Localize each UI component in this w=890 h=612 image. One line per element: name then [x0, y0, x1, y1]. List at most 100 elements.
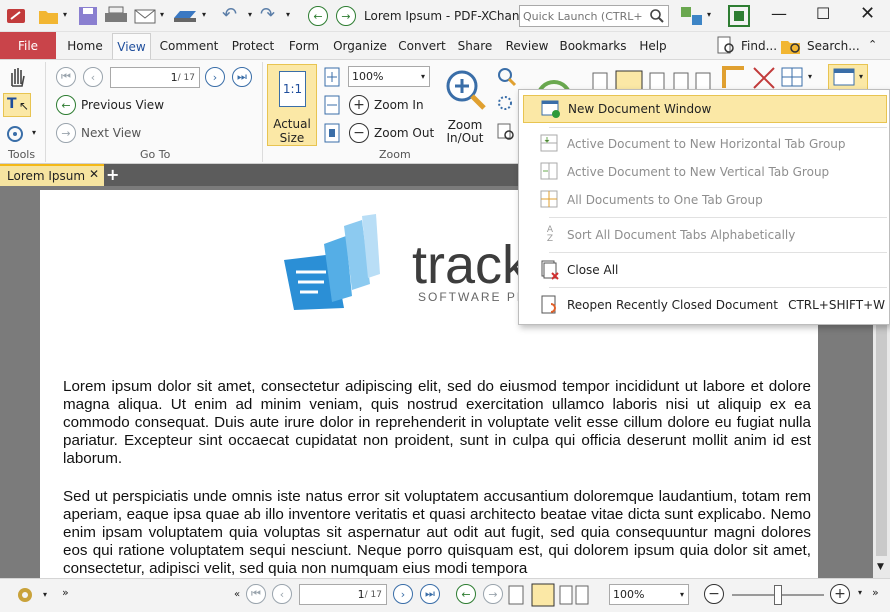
tab-file[interactable]: File — [0, 32, 56, 59]
loupe-icon[interactable] — [496, 66, 518, 88]
zoom-slider-thumb[interactable] — [774, 585, 782, 605]
zoom-dropdown-icon[interactable]: ▾ — [421, 72, 425, 81]
tab-protect[interactable]: Protect — [226, 32, 280, 59]
document-tab-lorem-ipsum[interactable]: Lorem Ipsum ✕ — [0, 164, 104, 186]
search-button[interactable]: Search... — [780, 36, 860, 56]
status-forward-icon[interactable]: → — [483, 584, 503, 604]
tab-bookmarks[interactable]: Bookmarks — [557, 32, 629, 59]
status-zoom-in-dropdown-icon[interactable]: ▾ — [858, 588, 862, 597]
status-more-icon[interactable]: » — [872, 586, 879, 599]
status-page-field[interactable]: 1 / 17 — [299, 584, 387, 605]
menu-all-to-one-tab-group[interactable]: All Documents to One Tab Group — [523, 186, 887, 214]
first-page-icon[interactable]: ⏮ — [56, 67, 76, 87]
previous-view-button[interactable]: ← Previous View — [56, 95, 164, 115]
settings-dropdown-icon[interactable]: ▾ — [43, 590, 47, 599]
maximize-button[interactable]: ☐ — [816, 4, 830, 23]
status-collapse-icon[interactable]: « — [234, 589, 240, 600]
window-button[interactable]: ▾ — [828, 64, 868, 90]
menu-reopen-closed-document[interactable]: Reopen Recently Closed Document CTRL+SHI… — [523, 291, 887, 319]
settings-gear-icon[interactable] — [14, 584, 38, 606]
print-icon[interactable] — [104, 6, 128, 26]
forward-icon[interactable]: → — [336, 6, 356, 26]
scan-icon[interactable] — [172, 6, 198, 26]
fit-page-icon[interactable] — [322, 67, 342, 87]
menu-new-document-window[interactable]: New Document Window — [523, 95, 887, 123]
status-back-icon[interactable]: ← — [456, 584, 476, 604]
close-tab-icon[interactable]: ✕ — [89, 167, 99, 181]
save-icon[interactable] — [78, 6, 98, 26]
grid-icon[interactable] — [780, 66, 806, 90]
zoom-out-button[interactable]: − Zoom Out — [349, 123, 434, 143]
hand-tool-icon[interactable] — [6, 64, 28, 88]
status-expand-icon[interactable]: » — [62, 586, 69, 599]
menu-horizontal-tab-group[interactable]: Active Document to New Horizontal Tab Gr… — [523, 130, 887, 158]
back-icon[interactable]: ← — [308, 6, 328, 26]
customize-dropdown-icon[interactable]: ▾ — [707, 10, 711, 19]
tab-convert[interactable]: Convert — [395, 32, 449, 59]
last-page-icon[interactable]: ⏭ — [232, 67, 252, 87]
redo-icon[interactable]: ↷ — [260, 4, 275, 25]
scan-dropdown-icon[interactable]: ▾ — [202, 10, 206, 19]
menu-horizontal-label: Active Document to New Horizontal Tab Gr… — [567, 137, 846, 151]
menu-sort-tabs[interactable]: AZ Sort All Document Tabs Alphabetically — [523, 221, 887, 249]
guides-icon[interactable] — [752, 66, 776, 90]
status-zoom-dropdown-icon[interactable]: ▾ — [680, 590, 684, 599]
snapshot-tool-icon[interactable] — [5, 124, 29, 144]
email-icon[interactable] — [134, 6, 156, 26]
actual-size-button[interactable]: 1:1 Actual Size — [267, 64, 317, 146]
magnifier-icon[interactable] — [496, 122, 518, 144]
redo-dropdown-icon[interactable]: ▾ — [286, 10, 290, 19]
close-button[interactable]: ✕ — [860, 3, 875, 24]
status-next-page-icon[interactable]: › — [393, 584, 413, 604]
group-divider — [45, 62, 46, 162]
menu-vertical-tab-group[interactable]: Active Document to New Vertical Tab Grou… — [523, 158, 887, 186]
email-dropdown-icon[interactable]: ▾ — [160, 10, 164, 19]
status-prev-page-icon[interactable]: ‹ — [272, 584, 292, 604]
status-zoom-field[interactable]: 100% ▾ — [609, 584, 689, 605]
collapse-ribbon-icon[interactable]: ⌃ — [868, 38, 877, 51]
undo-icon[interactable]: ↶ — [222, 4, 237, 25]
fit-visible-icon[interactable] — [322, 123, 342, 143]
undo-dropdown-icon[interactable]: ▾ — [248, 10, 252, 19]
minimize-button[interactable]: — — [771, 4, 787, 23]
fit-width-icon[interactable] — [322, 95, 342, 115]
tab-form[interactable]: Form — [283, 32, 325, 59]
tab-organize[interactable]: Organize — [329, 32, 391, 59]
zoom-in-out-icon[interactable] — [444, 68, 488, 116]
tab-view[interactable]: View — [112, 33, 151, 60]
sort-az-icon: AZ — [546, 225, 554, 244]
prev-page-icon[interactable]: ‹ — [83, 67, 103, 87]
open-folder-icon[interactable] — [38, 6, 60, 26]
search-icon[interactable] — [649, 8, 665, 24]
menu-close-all[interactable]: Close All — [523, 256, 887, 284]
quick-launch-box[interactable] — [519, 5, 669, 27]
tab-review[interactable]: Review — [501, 32, 553, 59]
find-button[interactable]: Find... — [716, 36, 777, 56]
status-zoom-out-icon[interactable]: − — [704, 584, 724, 604]
tab-share[interactable]: Share — [453, 32, 497, 59]
customize-icon[interactable] — [680, 6, 704, 26]
status-zoom-in-icon[interactable]: + — [830, 584, 850, 604]
zoom-in-out-button[interactable]: Zoom In/Out — [440, 119, 490, 145]
tab-help[interactable]: Help — [633, 32, 673, 59]
open-dropdown-icon[interactable]: ▾ — [63, 10, 67, 19]
next-page-icon[interactable]: › — [205, 67, 225, 87]
fullscreen-icon[interactable] — [728, 5, 750, 27]
page-number-field[interactable]: 1 / 17 — [110, 67, 200, 88]
rulers-icon[interactable] — [722, 66, 746, 90]
zoom-level-field[interactable]: 100% ▾ — [348, 66, 430, 87]
next-view-button[interactable]: → Next View — [56, 123, 141, 143]
status-last-page-icon[interactable]: ⏭ — [420, 584, 440, 604]
status-first-page-icon[interactable]: ⏮ — [246, 584, 266, 604]
new-tab-icon[interactable]: + — [106, 165, 119, 184]
quick-launch-input[interactable] — [523, 8, 643, 24]
grid-dropdown-icon[interactable]: ▾ — [808, 72, 812, 81]
tools-dropdown-icon[interactable]: ▾ — [32, 128, 36, 137]
tab-home[interactable]: Home — [60, 32, 110, 59]
status-page-layout-icons[interactable] — [508, 583, 604, 607]
zoom-in-button[interactable]: + Zoom In — [349, 95, 424, 115]
scroll-down-icon[interactable]: ▼ — [877, 562, 884, 572]
pan-zoom-icon[interactable] — [496, 94, 518, 116]
select-text-tool[interactable]: T ↖ — [3, 93, 31, 117]
tab-comment[interactable]: Comment — [155, 32, 223, 59]
